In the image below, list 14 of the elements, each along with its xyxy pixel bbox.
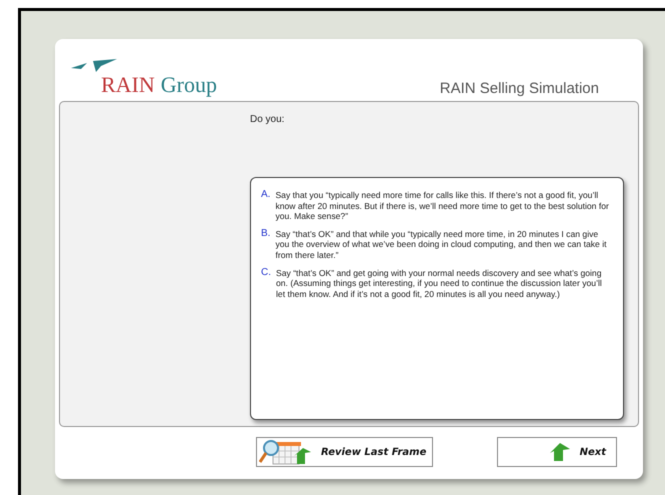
arrow-icon [550, 443, 570, 461]
option-text[interactable]: Say “that’s OK” and get going with your normal needs discovery and see what’s going on. (Assuming things get interesting, if you need to continue the discussion later you’ll let them know. And if it’s not a good fit, 20 minutes is all you need anyway.) [276, 268, 611, 300]
option-letter[interactable]: B. [261, 228, 270, 261]
option-letter[interactable]: A. [261, 190, 270, 222]
review-button[interactable]: Review Last Frame [256, 437, 434, 467]
option-letter[interactable]: C. [261, 268, 271, 300]
option-text[interactable]: Say that you “typically need more time for calls like this. If there’s not a good fit, you’ll know after 20 minutes. But if there is, we’ll need more time to get to the best solution for you. Make sense?” [275, 190, 611, 222]
logo-text: Group [160, 72, 217, 97]
logo-text: RAIN [101, 72, 155, 97]
logo-birds-icon [71, 57, 117, 73]
window-title: RAIN Selling Simulation [440, 80, 600, 97]
option-text[interactable]: Say “that’s OK” and that while you “typically need more time, in 20 minutes I can give you the overview of what we’ve been doing in cloud computing, and then we can take it from there later.” [275, 228, 611, 261]
next-button[interactable]: Next [497, 437, 617, 467]
question-prompt: Do you: [250, 114, 286, 125]
